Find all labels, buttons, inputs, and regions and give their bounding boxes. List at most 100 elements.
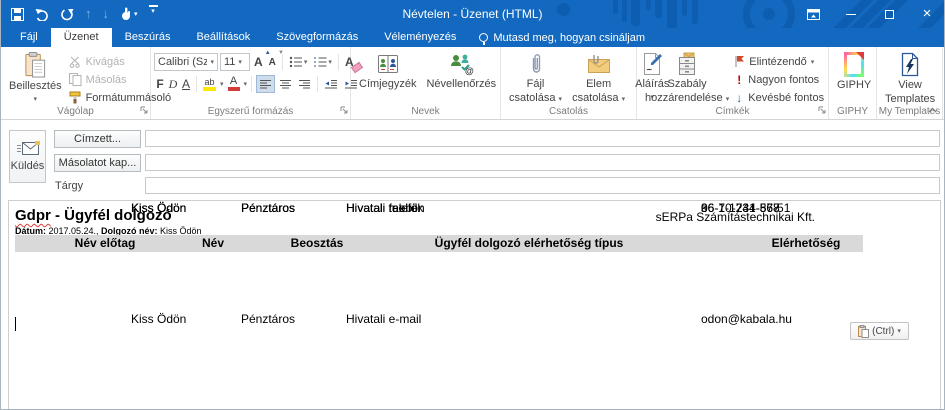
- minimize-button[interactable]: [844, 6, 858, 22]
- cc-field[interactable]: [145, 154, 940, 171]
- move-down-button[interactable]: ↓: [103, 5, 110, 23]
- tab-szovegformazas[interactable]: Szövegformázás: [263, 28, 371, 47]
- message-body[interactable]: Gdpr - Ügyfél dolgozó sERPa Számítástech…: [8, 200, 941, 409]
- attach-item-button[interactable]: Elem csatolása ▾: [567, 50, 630, 106]
- table-row: Kiss Ödön Pénztáros Hivatali e-mail odon…: [9, 312, 940, 326]
- attach-item-icon: [585, 52, 613, 76]
- align-right-icon: [298, 79, 311, 90]
- group-label-vagolap: Vágólap: [1, 106, 150, 119]
- header-cell-elerhetoseg-tipus: Ügyfél dolgozó elérhetőség típus: [435, 235, 624, 252]
- group-nevek: Címjegyzék @ Névellenőrzés Nevek: [351, 47, 501, 119]
- tab-velemenyezes[interactable]: Véleményezés: [371, 28, 469, 47]
- highlight-button[interactable]: ab: [201, 75, 218, 93]
- send-envelope-icon: [16, 141, 40, 156]
- align-left-button[interactable]: [256, 75, 275, 93]
- grow-font-button[interactable]: A▲: [252, 53, 265, 71]
- to-button[interactable]: Címzett...: [54, 130, 141, 148]
- clipboard-dialog-launcher[interactable]: [140, 105, 148, 117]
- cell-value: odon@kabala.hu: [701, 312, 792, 326]
- to-field[interactable]: [145, 130, 940, 147]
- high-importance-button[interactable]: ! Nagyon fontos: [734, 71, 824, 88]
- move-up-button[interactable]: ↑: [85, 5, 92, 23]
- numbering-button[interactable]: ▾: [311, 53, 334, 71]
- font-name-combo[interactable]: Calibri (Sz ▾: [154, 53, 218, 71]
- assign-policy-icon: [675, 52, 699, 76]
- check-names-button[interactable]: @ Névellenőrzés: [421, 50, 501, 106]
- svg-text:@: @: [465, 66, 474, 76]
- redo-button[interactable]: [60, 5, 74, 23]
- customize-qat-icon: [149, 5, 158, 7]
- font-size-combo[interactable]: 11 ▾: [220, 53, 250, 71]
- customize-qat-button[interactable]: ▾: [149, 5, 158, 23]
- align-center-button[interactable]: [277, 75, 294, 93]
- group-cimkek: Szabály hozzárendelése ▾ Elintézendő ▾ !…: [637, 47, 829, 119]
- group-giphy: GIPHY GIPHY: [829, 47, 877, 119]
- assign-policy-button[interactable]: Szabály hozzárendelése ▾: [640, 50, 734, 106]
- view-templates-button[interactable]: View Templates: [880, 50, 940, 106]
- tab-beszuras[interactable]: Beszúrás: [112, 28, 184, 47]
- paste-options-button[interactable]: (Ctrl) ▾: [850, 322, 909, 340]
- highlight-color-bar: [203, 87, 216, 91]
- paste-caret-icon: ▾: [34, 94, 38, 106]
- flag-icon: [734, 55, 745, 68]
- underline-button[interactable]: A: [180, 75, 192, 93]
- close-button[interactable]: ×: [920, 6, 934, 22]
- align-right-button[interactable]: [296, 75, 313, 93]
- attach-file-button[interactable]: Fájl csatolása ▾: [504, 50, 567, 106]
- highlight-caret-icon[interactable]: ▾: [220, 80, 224, 88]
- italic-button[interactable]: D: [168, 75, 178, 93]
- undo-button[interactable]: [35, 5, 49, 23]
- ribbon-tab-bar: Fájl Üzenet Beszúrás Beállítások Szövegf…: [1, 28, 944, 47]
- title-bar: ↑ ↓ ▾ ▾ Névtelen - Üzenet (HTML) ×: [1, 0, 944, 28]
- tags-dialog-launcher[interactable]: [818, 105, 826, 117]
- lightbulb-icon: [479, 33, 488, 42]
- tab-beallitasok[interactable]: Beállítások: [183, 28, 263, 47]
- table-header: Név előtag Név Beosztás Ügyfél dolgozó e…: [15, 235, 863, 252]
- check-names-icon: @: [448, 52, 474, 76]
- header-cell-nev: Név: [202, 235, 224, 252]
- shrink-font-button[interactable]: A▼: [267, 53, 278, 71]
- ribbon-display-options-button[interactable]: [806, 6, 820, 22]
- giphy-button[interactable]: GIPHY: [832, 50, 876, 106]
- tab-uzenet[interactable]: Üzenet: [51, 28, 112, 47]
- font-name-caret-icon: ▾: [210, 58, 214, 66]
- text-cursor: [15, 317, 16, 331]
- group-label-giphy: GIPHY: [829, 106, 876, 119]
- high-importance-icon: !: [734, 73, 744, 87]
- font-color-caret-icon[interactable]: ▾: [244, 80, 248, 88]
- maximize-button[interactable]: [882, 6, 896, 22]
- decrease-indent-button[interactable]: [322, 75, 340, 93]
- low-importance-icon: ↓: [734, 91, 744, 105]
- group-label-csatolas: Csatolás: [501, 106, 636, 119]
- cell-name: Kiss Ödön: [131, 312, 186, 326]
- address-book-button[interactable]: Címjegyzék: [354, 50, 421, 106]
- format-painter-icon: [69, 91, 82, 104]
- header-cell-elerhetoseg: Elérhetőség: [772, 235, 841, 252]
- table-row: Kiss Ödön Pénztáros Hivatali telefon 06-…: [9, 201, 940, 215]
- group-label-nevek: Nevek: [351, 106, 500, 119]
- bullets-button[interactable]: ▾: [287, 53, 310, 71]
- cell-position: Pénztáros: [241, 201, 295, 215]
- send-button[interactable]: Küldés: [9, 130, 46, 183]
- tab-fajl[interactable]: Fájl: [7, 28, 51, 47]
- group-csatolas: Fájl csatolása ▾ Elem csatolása ▾ Aláírá…: [501, 47, 637, 119]
- font-dialog-launcher[interactable]: [340, 105, 348, 117]
- cc-button[interactable]: Másolatot kap...: [54, 154, 141, 172]
- follow-up-button[interactable]: Elintézendő ▾: [734, 53, 824, 70]
- touch-mouse-mode-button[interactable]: ▾: [120, 5, 138, 23]
- collapse-ribbon-button[interactable]: [928, 104, 937, 116]
- copy-icon: [69, 73, 82, 86]
- save-button[interactable]: [11, 5, 24, 23]
- font-color-bar: [228, 87, 240, 91]
- cell-value: 06-1-1234-567: [701, 201, 780, 215]
- view-templates-icon: [900, 52, 920, 77]
- tell-me-button[interactable]: Mutasd meg, hogyan csináljam: [469, 28, 655, 47]
- low-importance-button[interactable]: ↓ Kevésbé fontos: [734, 89, 824, 106]
- subject-field[interactable]: [145, 177, 940, 194]
- cell-type: Hivatali telefon: [346, 201, 425, 215]
- header-cell-beosztas: Beosztás: [291, 235, 344, 252]
- paste-button[interactable]: Beillesztés ▾: [4, 50, 67, 106]
- font-color-button[interactable]: A: [226, 75, 242, 93]
- bold-button[interactable]: F: [154, 75, 166, 93]
- paste-options-caret-icon: ▾: [897, 327, 901, 335]
